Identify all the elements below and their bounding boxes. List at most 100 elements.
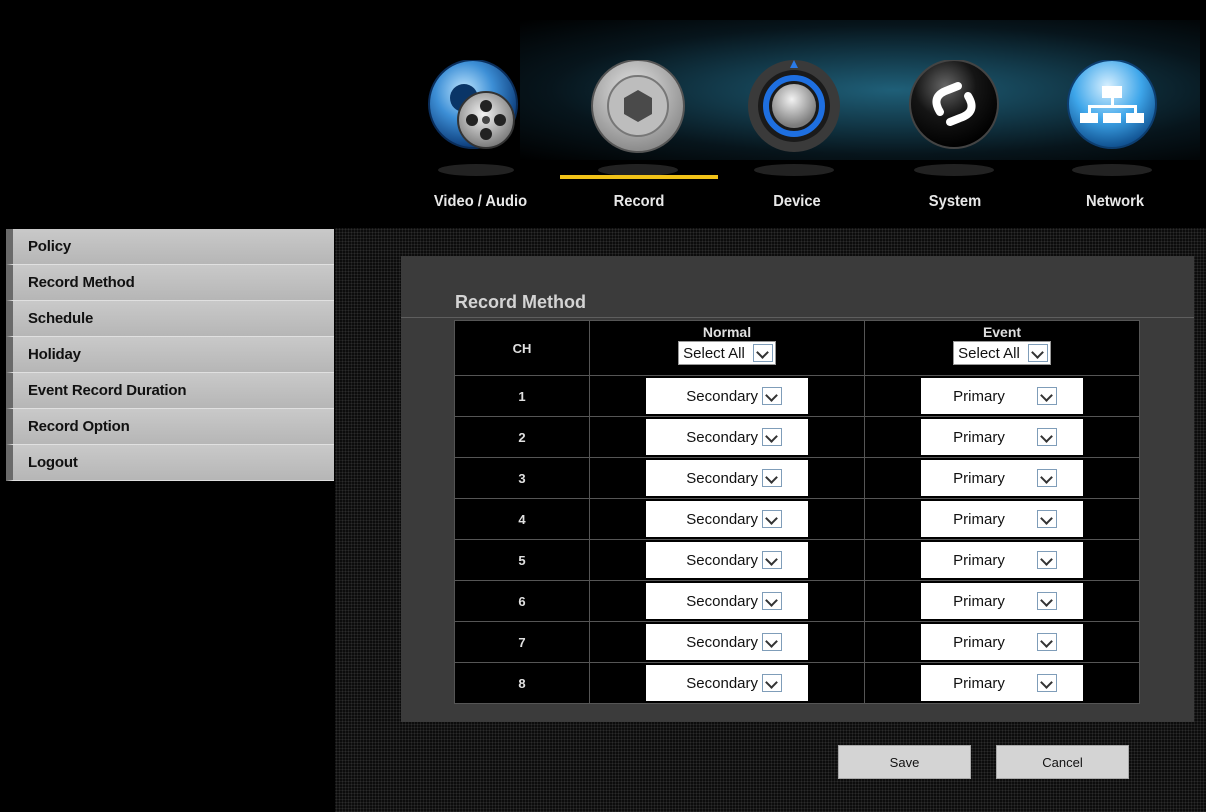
event-method-select[interactable]: Primary <box>921 460 1083 496</box>
normal-method-value: Secondary <box>686 428 758 446</box>
sidebar-item-logout[interactable]: Logout <box>6 445 334 481</box>
channel-number: 2 <box>454 416 590 458</box>
normal-method-select[interactable]: Secondary <box>646 665 808 701</box>
sidebar-item-label: Logout <box>28 454 78 471</box>
normal-select-all-dropdown[interactable]: Select All <box>678 341 776 365</box>
nav-device[interactable]: Device <box>741 193 853 213</box>
system-icon[interactable] <box>894 59 1014 180</box>
video-audio-icon[interactable] <box>418 59 538 180</box>
event-method-value: Primary <box>953 469 1005 487</box>
event-method-select[interactable]: Primary <box>921 624 1083 660</box>
chevron-down-icon[interactable] <box>752 344 773 362</box>
chevron-down-icon[interactable] <box>1037 674 1057 692</box>
channel-number: 1 <box>454 375 590 417</box>
normal-header-label: Normal <box>702 324 752 340</box>
table-row: 2 Secondary Primary <box>454 416 1140 458</box>
sidebar-item-policy[interactable]: Policy <box>6 229 334 265</box>
normal-method-select[interactable]: Secondary <box>646 583 808 619</box>
sidebar-item-label: Schedule <box>28 310 94 327</box>
table-row: 4 Secondary Primary <box>454 498 1140 540</box>
chevron-down-icon[interactable] <box>762 674 782 692</box>
record-method-table: CH Normal Select All Event Select All 1 … <box>454 320 1140 704</box>
column-header-normal: Normal Select All <box>589 320 865 376</box>
event-method-select[interactable]: Primary <box>921 378 1083 414</box>
chevron-down-icon[interactable] <box>1037 469 1057 487</box>
event-method-select[interactable]: Primary <box>921 665 1083 701</box>
event-header-label: Event <box>982 324 1022 340</box>
chevron-down-icon[interactable] <box>1037 510 1057 528</box>
page-title: Record Method <box>455 292 587 312</box>
nav-active-indicator <box>560 175 718 179</box>
normal-method-select[interactable]: Secondary <box>646 419 808 455</box>
normal-method-select[interactable]: Secondary <box>646 501 808 537</box>
sidebar-item-event-record-duration[interactable]: Event Record Duration <box>6 373 334 409</box>
channel-number: 4 <box>454 498 590 540</box>
chevron-down-icon[interactable] <box>762 592 782 610</box>
chevron-down-icon[interactable] <box>762 428 782 446</box>
chevron-down-icon[interactable] <box>1037 592 1057 610</box>
event-method-value: Primary <box>953 428 1005 446</box>
column-header-event: Event Select All <box>864 320 1140 376</box>
normal-method-value: Secondary <box>686 387 758 405</box>
event-method-select[interactable]: Primary <box>921 542 1083 578</box>
column-header-ch: CH <box>454 320 590 376</box>
nav-network[interactable]: Network <box>1057 193 1173 213</box>
event-method-value: Primary <box>953 510 1005 528</box>
sidebar-item-label: Policy <box>28 238 71 255</box>
channel-number: 3 <box>454 457 590 499</box>
table-row: 5 Secondary Primary <box>454 539 1140 581</box>
table-row: 7 Secondary Primary <box>454 621 1140 663</box>
nav-system[interactable]: System <box>899 193 1011 213</box>
chevron-down-icon[interactable] <box>1037 633 1057 651</box>
chevron-down-icon[interactable] <box>762 469 782 487</box>
event-method-value: Primary <box>953 633 1005 651</box>
network-icon[interactable] <box>1052 59 1172 180</box>
event-method-value: Primary <box>953 674 1005 692</box>
table-row: 6 Secondary Primary <box>454 580 1140 622</box>
normal-method-select[interactable]: Secondary <box>646 542 808 578</box>
record-icon[interactable] <box>578 59 698 180</box>
normal-method-value: Secondary <box>686 633 758 651</box>
event-method-select[interactable]: Primary <box>921 583 1083 619</box>
table-row: 3 Secondary Primary <box>454 457 1140 499</box>
chevron-down-icon[interactable] <box>762 387 782 405</box>
event-method-select[interactable]: Primary <box>921 419 1083 455</box>
event-method-value: Primary <box>953 551 1005 569</box>
sidebar-menu: Policy Record Method Schedule Holiday Ev… <box>6 229 334 481</box>
event-method-value: Primary <box>953 387 1005 405</box>
chevron-down-icon[interactable] <box>762 510 782 528</box>
title-divider <box>401 317 1194 318</box>
table-row: 1 Secondary Primary <box>454 375 1140 417</box>
channel-number: 7 <box>454 621 590 663</box>
chevron-down-icon[interactable] <box>1037 551 1057 569</box>
channel-number: 5 <box>454 539 590 581</box>
chevron-down-icon[interactable] <box>1037 428 1057 446</box>
save-button[interactable]: Save <box>838 745 971 779</box>
sidebar-item-record-method[interactable]: Record Method <box>6 265 334 301</box>
sidebar-item-label: Event Record Duration <box>28 382 187 399</box>
normal-method-value: Secondary <box>686 510 758 528</box>
normal-method-select[interactable]: Secondary <box>646 378 808 414</box>
event-method-select[interactable]: Primary <box>921 501 1083 537</box>
device-icon[interactable] <box>736 60 856 180</box>
normal-method-select[interactable]: Secondary <box>646 460 808 496</box>
nav-video-audio[interactable]: Video / Audio <box>423 193 538 213</box>
select-all-label: Select All <box>683 344 745 362</box>
chevron-down-icon[interactable] <box>762 551 782 569</box>
normal-method-select[interactable]: Secondary <box>646 624 808 660</box>
table-row: 8 Secondary Primary <box>454 662 1140 704</box>
sidebar-item-holiday[interactable]: Holiday <box>6 337 334 373</box>
normal-method-value: Secondary <box>686 551 758 569</box>
sidebar-item-schedule[interactable]: Schedule <box>6 301 334 337</box>
chevron-down-icon[interactable] <box>1037 387 1057 405</box>
select-all-label: Select All <box>958 344 1020 362</box>
event-select-all-dropdown[interactable]: Select All <box>953 341 1051 365</box>
nav-record[interactable]: Record <box>583 193 695 213</box>
sidebar-item-record-option[interactable]: Record Option <box>6 409 334 445</box>
sidebar-item-label: Record Method <box>28 274 135 291</box>
cancel-button[interactable]: Cancel <box>996 745 1129 779</box>
chevron-down-icon[interactable] <box>762 633 782 651</box>
top-banner: Video / Audio Record Device System Netwo… <box>0 0 1206 228</box>
channel-number: 6 <box>454 580 590 622</box>
chevron-down-icon[interactable] <box>1027 344 1048 362</box>
